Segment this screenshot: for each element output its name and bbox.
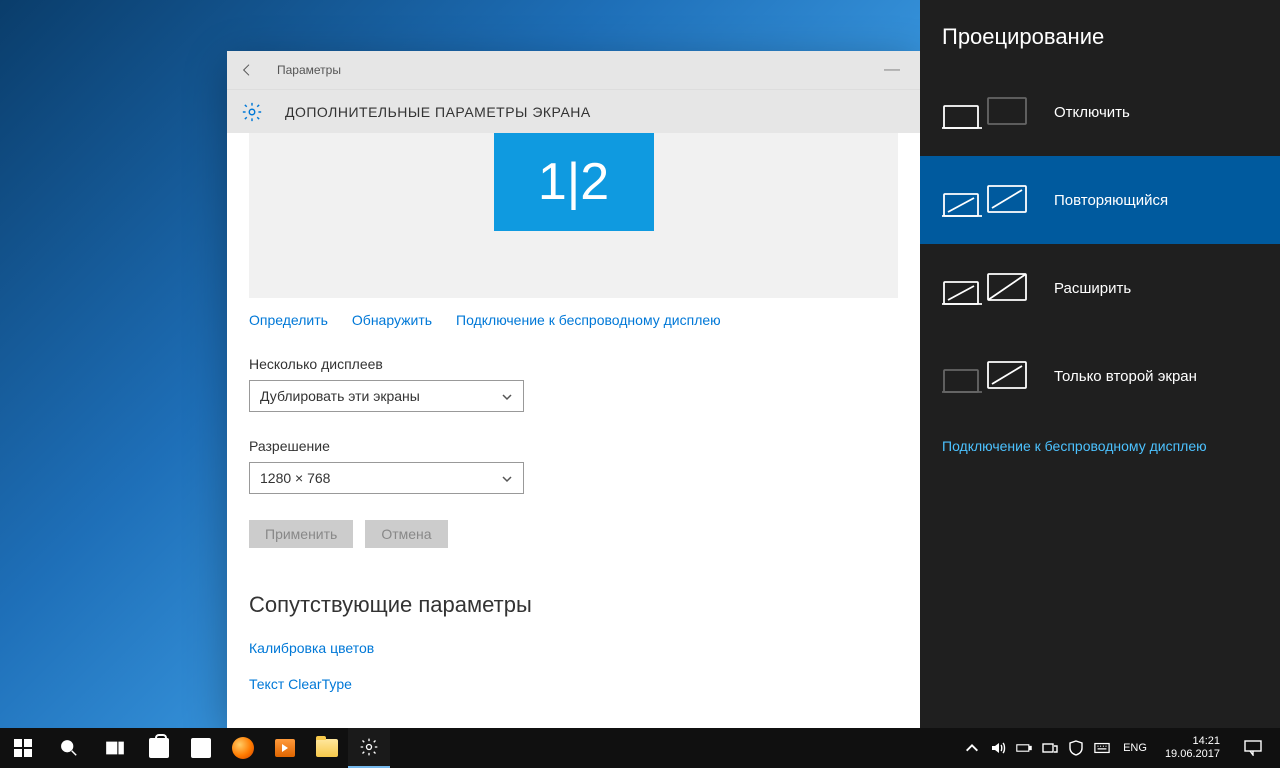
network-icon xyxy=(1042,740,1058,756)
firefox-icon xyxy=(232,737,254,759)
tray-date: 19.06.2017 xyxy=(1165,748,1220,761)
settings-window: Параметры — ДОПОЛНИТЕЛЬНЫЕ ПАРАМЕТРЫ ЭКР… xyxy=(227,51,920,729)
cleartype-link[interactable]: Текст ClearType xyxy=(249,676,898,692)
project-option-label: Только второй экран xyxy=(1054,368,1197,385)
notification-icon xyxy=(1244,740,1262,756)
taskbar-app-store[interactable] xyxy=(138,728,180,768)
project-option-second-only[interactable]: Только второй экран xyxy=(920,332,1280,420)
task-view-icon xyxy=(106,739,124,757)
chevron-down-icon xyxy=(501,472,513,484)
taskbar: e ENG 14:21 19.06.2017 xyxy=(0,728,1280,768)
desktop: Параметры — ДОПОЛНИТЕЛЬНЫЕ ПАРАМЕТРЫ ЭКР… xyxy=(0,0,1280,768)
settings-body: 1|2 Определить Обнаружить Подключение к … xyxy=(227,133,920,729)
taskbar-app-settings[interactable] xyxy=(348,728,390,768)
related-heading: Сопутствующие параметры xyxy=(249,592,898,618)
windows-icon xyxy=(14,739,32,757)
tray-chevron[interactable] xyxy=(959,728,985,768)
tray-battery[interactable] xyxy=(1011,728,1037,768)
project-option-duplicate[interactable]: Повторяющийся xyxy=(920,156,1280,244)
gear-icon xyxy=(359,737,379,757)
media-icon xyxy=(275,739,295,757)
shield-icon xyxy=(1068,740,1084,756)
taskbar-right: ENG 14:21 19.06.2017 xyxy=(959,728,1280,768)
tray-time: 14:21 xyxy=(1165,735,1220,748)
second-only-icon xyxy=(942,354,1028,398)
battery-icon xyxy=(1016,740,1032,756)
volume-icon xyxy=(990,740,1006,756)
cancel-button[interactable]: Отмена xyxy=(365,520,447,548)
display-links: Определить Обнаружить Подключение к бесп… xyxy=(249,312,898,328)
apply-button[interactable]: Применить xyxy=(249,520,353,548)
project-option-disconnect[interactable]: Отключить xyxy=(920,68,1280,156)
resolution-label: Разрешение xyxy=(249,438,898,454)
project-option-extend[interactable]: Расширить xyxy=(920,244,1280,332)
titlebar: Параметры — xyxy=(227,51,920,89)
edge-icon: e xyxy=(191,738,211,758)
tray-notifications[interactable] xyxy=(1230,728,1276,768)
project-option-label: Повторяющийся xyxy=(1054,192,1168,209)
search-button[interactable] xyxy=(46,728,92,768)
tray-security[interactable] xyxy=(1063,728,1089,768)
arrow-left-icon xyxy=(239,62,255,78)
tray-language[interactable]: ENG xyxy=(1115,742,1155,754)
extend-icon xyxy=(942,266,1028,310)
duplicate-icon xyxy=(942,178,1028,222)
store-icon xyxy=(149,738,169,758)
taskbar-app-firefox[interactable] xyxy=(222,728,264,768)
project-wireless-link[interactable]: Подключение к беспроводному дисплею xyxy=(920,420,1280,472)
resolution-dropdown[interactable]: 1280 × 768 xyxy=(249,462,524,494)
multi-displays-value: Дублировать эти экраны xyxy=(260,388,420,404)
minimize-button[interactable]: — xyxy=(872,61,912,79)
search-icon xyxy=(60,739,78,757)
project-panel: Проецирование Отключить Повторяющийся xyxy=(920,0,1280,728)
display-preview: 1|2 xyxy=(249,133,898,298)
display-tile-label: 1|2 xyxy=(538,152,609,212)
task-view-button[interactable] xyxy=(92,728,138,768)
wireless-display-link[interactable]: Подключение к беспроводному дисплею xyxy=(456,312,721,328)
folder-icon xyxy=(316,739,338,757)
start-button[interactable] xyxy=(0,728,46,768)
disconnect-icon xyxy=(942,90,1028,134)
chevron-down-icon xyxy=(501,390,513,402)
tray-volume[interactable] xyxy=(985,728,1011,768)
window-title: Параметры xyxy=(277,63,872,77)
chevron-up-icon xyxy=(964,740,980,756)
display-tile[interactable]: 1|2 xyxy=(494,133,654,231)
tray-clock[interactable]: 14:21 19.06.2017 xyxy=(1155,735,1230,761)
color-calibration-link[interactable]: Калибровка цветов xyxy=(249,640,898,656)
multi-displays-dropdown[interactable]: Дублировать эти экраны xyxy=(249,380,524,412)
apply-cancel-row: Применить Отмена xyxy=(249,520,898,548)
project-title: Проецирование xyxy=(920,24,1280,68)
resolution-value: 1280 × 768 xyxy=(260,470,330,486)
page-title: ДОПОЛНИТЕЛЬНЫЕ ПАРАМЕТРЫ ЭКРАНА xyxy=(285,104,591,120)
taskbar-app-media[interactable] xyxy=(264,728,306,768)
back-button[interactable] xyxy=(235,58,259,82)
detect-link[interactable]: Обнаружить xyxy=(352,312,432,328)
project-option-label: Отключить xyxy=(1054,104,1130,121)
tray-network[interactable] xyxy=(1037,728,1063,768)
tray-keyboard[interactable] xyxy=(1089,728,1115,768)
multi-displays-label: Несколько дисплеев xyxy=(249,356,898,372)
taskbar-app-explorer[interactable] xyxy=(306,728,348,768)
keyboard-icon xyxy=(1094,740,1110,756)
gear-icon xyxy=(241,101,263,123)
identify-link[interactable]: Определить xyxy=(249,312,328,328)
page-header: ДОПОЛНИТЕЛЬНЫЕ ПАРАМЕТРЫ ЭКРАНА xyxy=(227,89,920,133)
project-option-label: Расширить xyxy=(1054,280,1131,297)
taskbar-app-edge[interactable]: e xyxy=(180,728,222,768)
taskbar-left: e xyxy=(0,728,390,768)
